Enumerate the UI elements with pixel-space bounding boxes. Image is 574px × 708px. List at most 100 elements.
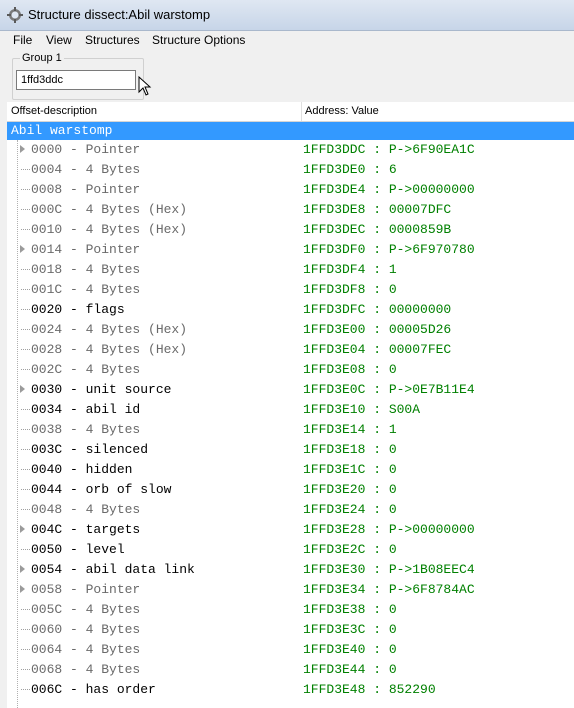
address-value: 1FFD3E08 : 0 bbox=[303, 362, 397, 377]
offset-description: 0030 - unit source bbox=[31, 382, 172, 397]
tree-connector bbox=[21, 169, 30, 170]
tree-row[interactable]: 0030 - unit source 1FFD3E0C : P->0E7B11E4 bbox=[7, 380, 574, 400]
expand-arrow-icon[interactable] bbox=[20, 525, 25, 533]
window-title: Structure dissect:Abil warstomp bbox=[28, 7, 211, 22]
menu-structures[interactable]: Structures bbox=[85, 33, 140, 47]
tree-row[interactable]: 0048 - 4 Bytes 1FFD3E24 : 0 bbox=[7, 500, 574, 520]
tree-row[interactable]: 0010 - 4 Bytes (Hex) 1FFD3DEC : 0000859B bbox=[7, 220, 574, 240]
header-address-value[interactable]: Address: Value bbox=[305, 105, 379, 117]
tree-connector bbox=[21, 669, 30, 670]
tree-connector bbox=[21, 189, 30, 190]
tree-row[interactable]: 003C - silenced 1FFD3E18 : 0 bbox=[7, 440, 574, 460]
tree-connector bbox=[21, 509, 30, 510]
title-bar: Structure dissect:Abil warstomp bbox=[0, 0, 574, 31]
tree-row[interactable]: 002C - 4 Bytes 1FFD3E08 : 0 bbox=[7, 360, 574, 380]
offset-description: 0028 - 4 Bytes (Hex) bbox=[31, 342, 188, 357]
address-value: 1FFD3E00 : 00005D26 bbox=[303, 322, 452, 337]
tree-connector bbox=[21, 449, 30, 450]
offset-description: 0020 - flags bbox=[31, 302, 125, 317]
mouse-cursor-icon bbox=[138, 76, 152, 96]
tree-connector bbox=[21, 269, 30, 270]
expand-arrow-icon[interactable] bbox=[20, 565, 25, 573]
offset-description: 0064 - 4 Bytes bbox=[31, 642, 141, 657]
tree-row[interactable]: 0008 - Pointer 1FFD3DE4 : P->00000000 bbox=[7, 180, 574, 200]
tree-row[interactable]: 0044 - orb of slow 1FFD3E20 : 0 bbox=[7, 480, 574, 500]
tree-row[interactable]: 0020 - flags 1FFD3DFC : 00000000 bbox=[7, 300, 574, 320]
tree-row[interactable]: 001C - 4 Bytes 1FFD3DF8 : 0 bbox=[7, 280, 574, 300]
address-value: 1FFD3E20 : 0 bbox=[303, 482, 397, 497]
offset-description: 0010 - 4 Bytes (Hex) bbox=[31, 222, 188, 237]
offset-description: 0018 - 4 Bytes bbox=[31, 262, 141, 277]
address-value: 1FFD3E48 : 852290 bbox=[303, 682, 436, 697]
offset-description: 005C - 4 Bytes bbox=[31, 602, 141, 617]
offset-description: 0008 - Pointer bbox=[31, 182, 141, 197]
address-value: 1FFD3DFC : 00000000 bbox=[303, 302, 452, 317]
offset-description: 0054 - abil data link bbox=[31, 562, 195, 577]
tree-row[interactable]: 000C - 4 Bytes (Hex) 1FFD3DE8 : 00007DFC bbox=[7, 200, 574, 220]
address-input[interactable] bbox=[16, 70, 136, 90]
offset-description: 0040 - hidden bbox=[31, 462, 133, 477]
menu-file[interactable]: File bbox=[13, 33, 32, 47]
address-value: 1FFD3E2C : 0 bbox=[303, 542, 397, 557]
offset-description: 0044 - orb of slow bbox=[31, 482, 172, 497]
address-value: 1FFD3E0C : P->0E7B11E4 bbox=[303, 382, 475, 397]
tree-row[interactable]: 0000 - Pointer 1FFD3DDC : P->6F90EA1C bbox=[7, 140, 574, 160]
tree-row[interactable]: 0050 - level 1FFD3E2C : 0 bbox=[7, 540, 574, 560]
address-value: 1FFD3DE8 : 00007DFC bbox=[303, 202, 452, 217]
offset-description: 002C - 4 Bytes bbox=[31, 362, 141, 377]
menu-structure-options[interactable]: Structure Options bbox=[152, 33, 245, 47]
offset-description: 0068 - 4 Bytes bbox=[31, 662, 141, 677]
tree-row[interactable]: 0004 - 4 Bytes 1FFD3DE0 : 6 bbox=[7, 160, 574, 180]
tree-row[interactable]: 0058 - Pointer 1FFD3E34 : P->6F8784AC bbox=[7, 580, 574, 600]
expand-arrow-icon[interactable] bbox=[20, 245, 25, 253]
tree-row[interactable]: 0068 - 4 Bytes 1FFD3E44 : 0 bbox=[7, 660, 574, 680]
address-value: 1FFD3DEC : 0000859B bbox=[303, 222, 452, 237]
menu-view[interactable]: View bbox=[46, 33, 72, 47]
address-value: 1FFD3E30 : P->1B08EEC4 bbox=[303, 562, 475, 577]
tree-connector bbox=[21, 689, 30, 690]
address-value: 1FFD3DF0 : P->6F970780 bbox=[303, 242, 475, 257]
tree-row[interactable]: 005C - 4 Bytes 1FFD3E38 : 0 bbox=[7, 600, 574, 620]
address-value: 1FFD3E34 : P->6F8784AC bbox=[303, 582, 475, 597]
structure-tree[interactable]: Abil warstomp 0000 - Pointer 1FFD3DDC : P… bbox=[7, 122, 574, 708]
tree-connector bbox=[21, 289, 30, 290]
offset-description: 001C - 4 Bytes bbox=[31, 282, 141, 297]
tree-row[interactable]: 004C - targets 1FFD3E28 : P->00000000 bbox=[7, 520, 574, 540]
offset-description: 003C - silenced bbox=[31, 442, 149, 457]
address-value: 1FFD3E44 : 0 bbox=[303, 662, 397, 677]
address-value: 1FFD3DF4 : 1 bbox=[303, 262, 397, 277]
offset-description: 0050 - level bbox=[31, 542, 125, 557]
offset-description: 0060 - 4 Bytes bbox=[31, 622, 141, 637]
offset-description: 0014 - Pointer bbox=[31, 242, 141, 257]
offset-description: 0034 - abil id bbox=[31, 402, 141, 417]
tree-row[interactable]: 006C - has order 1FFD3E48 : 852290 bbox=[7, 680, 574, 700]
tree-row[interactable]: 0054 - abil data link 1FFD3E30 : P->1B08E… bbox=[7, 560, 574, 580]
address-value: 1FFD3E18 : 0 bbox=[303, 442, 397, 457]
root-label: Abil warstomp bbox=[11, 123, 113, 138]
tree-connector bbox=[21, 549, 30, 550]
tree-connector bbox=[21, 489, 30, 490]
expand-arrow-icon[interactable] bbox=[20, 145, 25, 153]
tree-row[interactable]: 0060 - 4 Bytes 1FFD3E3C : 0 bbox=[7, 620, 574, 640]
address-value: 1FFD3E40 : 0 bbox=[303, 642, 397, 657]
expand-arrow-icon[interactable] bbox=[20, 385, 25, 393]
root-node[interactable]: Abil warstomp bbox=[7, 122, 574, 140]
tree-connector bbox=[21, 329, 30, 330]
tree-row[interactable]: 0034 - abil id 1FFD3E10 : S00A bbox=[7, 400, 574, 420]
tree-row[interactable]: 0014 - Pointer 1FFD3DF0 : P->6F970780 bbox=[7, 240, 574, 260]
tree-connector bbox=[21, 629, 30, 630]
header-offset-description[interactable]: Offset-description bbox=[11, 105, 97, 117]
address-value: 1FFD3E28 : P->00000000 bbox=[303, 522, 475, 537]
expand-arrow-icon[interactable] bbox=[20, 585, 25, 593]
header-divider[interactable] bbox=[301, 102, 302, 121]
tree-row[interactable]: 0028 - 4 Bytes (Hex) 1FFD3E04 : 00007FEC bbox=[7, 340, 574, 360]
address-value: 1FFD3DE0 : 6 bbox=[303, 162, 397, 177]
tree-row[interactable]: 0024 - 4 Bytes (Hex) 1FFD3E00 : 00005D26 bbox=[7, 320, 574, 340]
offset-description: 000C - 4 Bytes (Hex) bbox=[31, 202, 188, 217]
tree-connector bbox=[21, 349, 30, 350]
tree-row[interactable]: 0018 - 4 Bytes 1FFD3DF4 : 1 bbox=[7, 260, 574, 280]
tree-row[interactable]: 0064 - 4 Bytes 1FFD3E40 : 0 bbox=[7, 640, 574, 660]
address-value: 1FFD3E14 : 1 bbox=[303, 422, 397, 437]
tree-row[interactable]: 0038 - 4 Bytes 1FFD3E14 : 1 bbox=[7, 420, 574, 440]
tree-row[interactable]: 0040 - hidden 1FFD3E1C : 0 bbox=[7, 460, 574, 480]
